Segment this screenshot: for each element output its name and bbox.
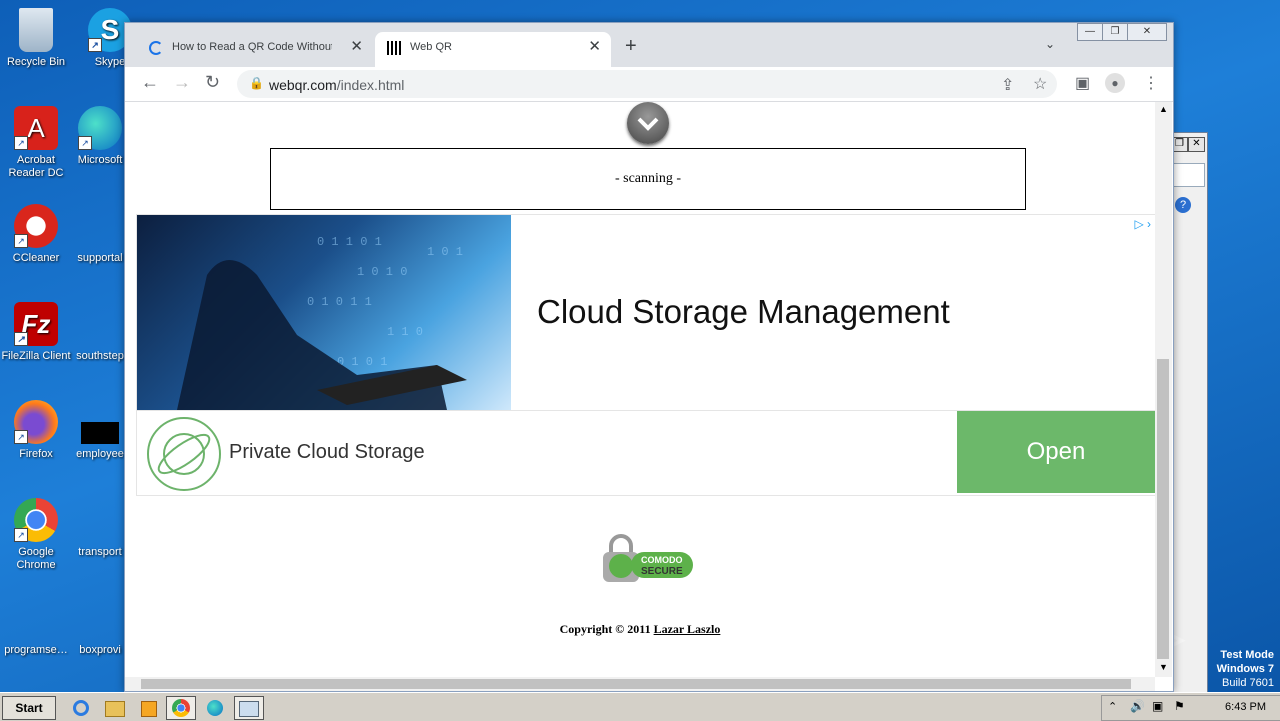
ad-headline[interactable]: Cloud Storage Management xyxy=(537,293,950,331)
svg-text:1 0 1: 1 0 1 xyxy=(427,245,463,259)
new-tab-button[interactable]: + xyxy=(625,35,637,58)
loading-spinner-icon xyxy=(149,41,163,55)
maximize-button[interactable]: ❐ xyxy=(1102,23,1128,41)
tab-strip: How to Read a QR Code Without a C ✕ Web … xyxy=(125,23,1173,67)
svg-text:0 1 0 1 1: 0 1 0 1 1 xyxy=(307,295,372,309)
svg-text:1 0 1 0: 1 0 1 0 xyxy=(357,265,407,279)
start-button[interactable]: Start xyxy=(2,696,56,720)
address-bar[interactable]: 🔒 webqr.com/index.html ⇪ ☆ xyxy=(237,70,1057,98)
search-icon[interactable] xyxy=(1173,163,1205,187)
svg-text:0 1 1 0 1: 0 1 1 0 1 xyxy=(317,235,382,249)
network-icon[interactable]: ▣ xyxy=(1152,699,1163,713)
ccleaner-icon[interactable]: ↗ CCleaner xyxy=(0,204,72,265)
scan-result-box: - scanning - xyxy=(270,148,1026,210)
svg-text:SECURE: SECURE xyxy=(641,566,683,577)
ad-footer: Private Cloud Storage Open xyxy=(137,410,1155,495)
copyright-notice: Copyright © 2011 Lazar Laszlo xyxy=(559,622,721,636)
show-hidden-icons[interactable]: ⌃ xyxy=(1108,700,1117,713)
tab-search-chevron-icon[interactable]: ⌄ xyxy=(1045,37,1055,51)
toolbar: ← → ↻ 🔒 webqr.com/index.html ⇪ ☆ ▣ ● ⋮ xyxy=(125,67,1173,102)
horizontal-scroll-thumb[interactable] xyxy=(141,679,1131,689)
forward-button[interactable]: → xyxy=(173,72,191,93)
planet-logo-icon xyxy=(147,417,221,491)
back-button[interactable]: ← xyxy=(141,72,159,93)
advertisement[interactable]: 0 1 1 0 11 0 1 0 0 1 0 1 11 1 0 0 1 0 11… xyxy=(136,214,1155,496)
url-text[interactable]: webqr.com/index.html xyxy=(269,77,404,93)
window-taskbar-icon[interactable] xyxy=(234,696,264,720)
author-link[interactable]: Lazar Laszlo xyxy=(654,622,721,636)
background-window[interactable]: ❐ ✕ ? xyxy=(1168,132,1208,694)
profile-icon[interactable]: ● xyxy=(1105,73,1125,93)
chevron-down-icon[interactable] xyxy=(627,102,669,144)
page-content: - scanning - 0 1 1 0 1 1 0 1 0 0 1 0 1 1 1… xyxy=(125,102,1155,677)
taskbar: Start ⌃ 🔊 ▣ ⚑ 6:43 PM xyxy=(0,692,1280,721)
ad-image: 0 1 1 0 11 0 1 0 0 1 0 1 11 1 0 0 1 0 11… xyxy=(137,215,511,410)
adchoices-icon[interactable]: ▷ › xyxy=(1134,217,1151,231)
media-player-taskbar-icon[interactable] xyxy=(134,696,164,720)
ie-taskbar-icon[interactable] xyxy=(66,696,96,720)
svg-text:1 1 0: 1 1 0 xyxy=(387,325,423,339)
help-icon[interactable]: ? xyxy=(1175,197,1191,213)
vertical-scrollbar[interactable]: ▲ ▼ xyxy=(1155,102,1172,677)
recycle-bin-icon[interactable]: Recycle Bin xyxy=(0,8,72,69)
programse-icon[interactable]: programse… xyxy=(0,596,72,657)
volume-icon[interactable]: 🔊 xyxy=(1130,699,1145,713)
scroll-up-icon[interactable]: ▲ xyxy=(1159,104,1168,114)
edge-taskbar-icon[interactable] xyxy=(200,696,230,720)
chrome-taskbar-icon[interactable] xyxy=(166,696,196,720)
scroll-down-icon[interactable]: ▼ xyxy=(1159,662,1168,672)
firefox-icon[interactable]: ↗ Firefox xyxy=(0,400,72,461)
minimize-button[interactable]: — xyxy=(1077,23,1103,41)
qr-favicon-icon xyxy=(387,41,401,55)
ad-open-button[interactable]: Open xyxy=(957,411,1155,493)
explorer-taskbar-icon[interactable] xyxy=(100,696,130,720)
share-icon[interactable]: ⇪ xyxy=(1001,75,1014,95)
test-mode-notice: Test Mode Windows 7 Build 7601 xyxy=(1216,649,1274,689)
tab-how-to-read[interactable]: How to Read a QR Code Without a C ✕ xyxy=(137,32,373,67)
acrobat-reader-icon[interactable]: A ↗ Acrobat Reader DC xyxy=(0,106,72,180)
comodo-secure-badge[interactable]: COMODO SECURE xyxy=(601,532,695,582)
clock[interactable]: 6:43 PM xyxy=(1225,701,1266,713)
action-center-flag-icon[interactable]: ⚑ xyxy=(1174,699,1185,713)
tab-web-qr[interactable]: Web QR ✕ xyxy=(375,32,611,67)
chrome-icon[interactable]: ↗ Google Chrome xyxy=(0,498,72,572)
system-tray: ⌃ 🔊 ▣ ⚑ 6:43 PM xyxy=(1101,695,1280,721)
close-icon[interactable]: ✕ xyxy=(1188,137,1205,152)
side-panel-icon[interactable]: ▣ xyxy=(1075,73,1090,93)
filezilla-icon[interactable]: Fz ↗ FileZilla Client xyxy=(0,302,72,363)
vertical-scroll-thumb[interactable] xyxy=(1157,359,1169,659)
horizontal-scrollbar[interactable] xyxy=(125,677,1155,691)
lock-icon: 🔒 xyxy=(249,76,264,90)
menu-icon[interactable]: ⋮ xyxy=(1143,73,1159,93)
close-tab-icon[interactable]: ✕ xyxy=(350,37,363,55)
close-window-button[interactable]: ✕ xyxy=(1127,23,1167,41)
close-tab-icon[interactable]: ✕ xyxy=(588,37,601,55)
reload-button[interactable]: ↻ xyxy=(205,72,220,93)
ad-subtitle: Private Cloud Storage xyxy=(229,441,425,463)
browser-window: How to Read a QR Code Without a C ✕ Web … xyxy=(124,22,1174,692)
bookmark-star-icon[interactable]: ☆ xyxy=(1033,74,1047,94)
svg-text:COMODO: COMODO xyxy=(641,555,683,565)
